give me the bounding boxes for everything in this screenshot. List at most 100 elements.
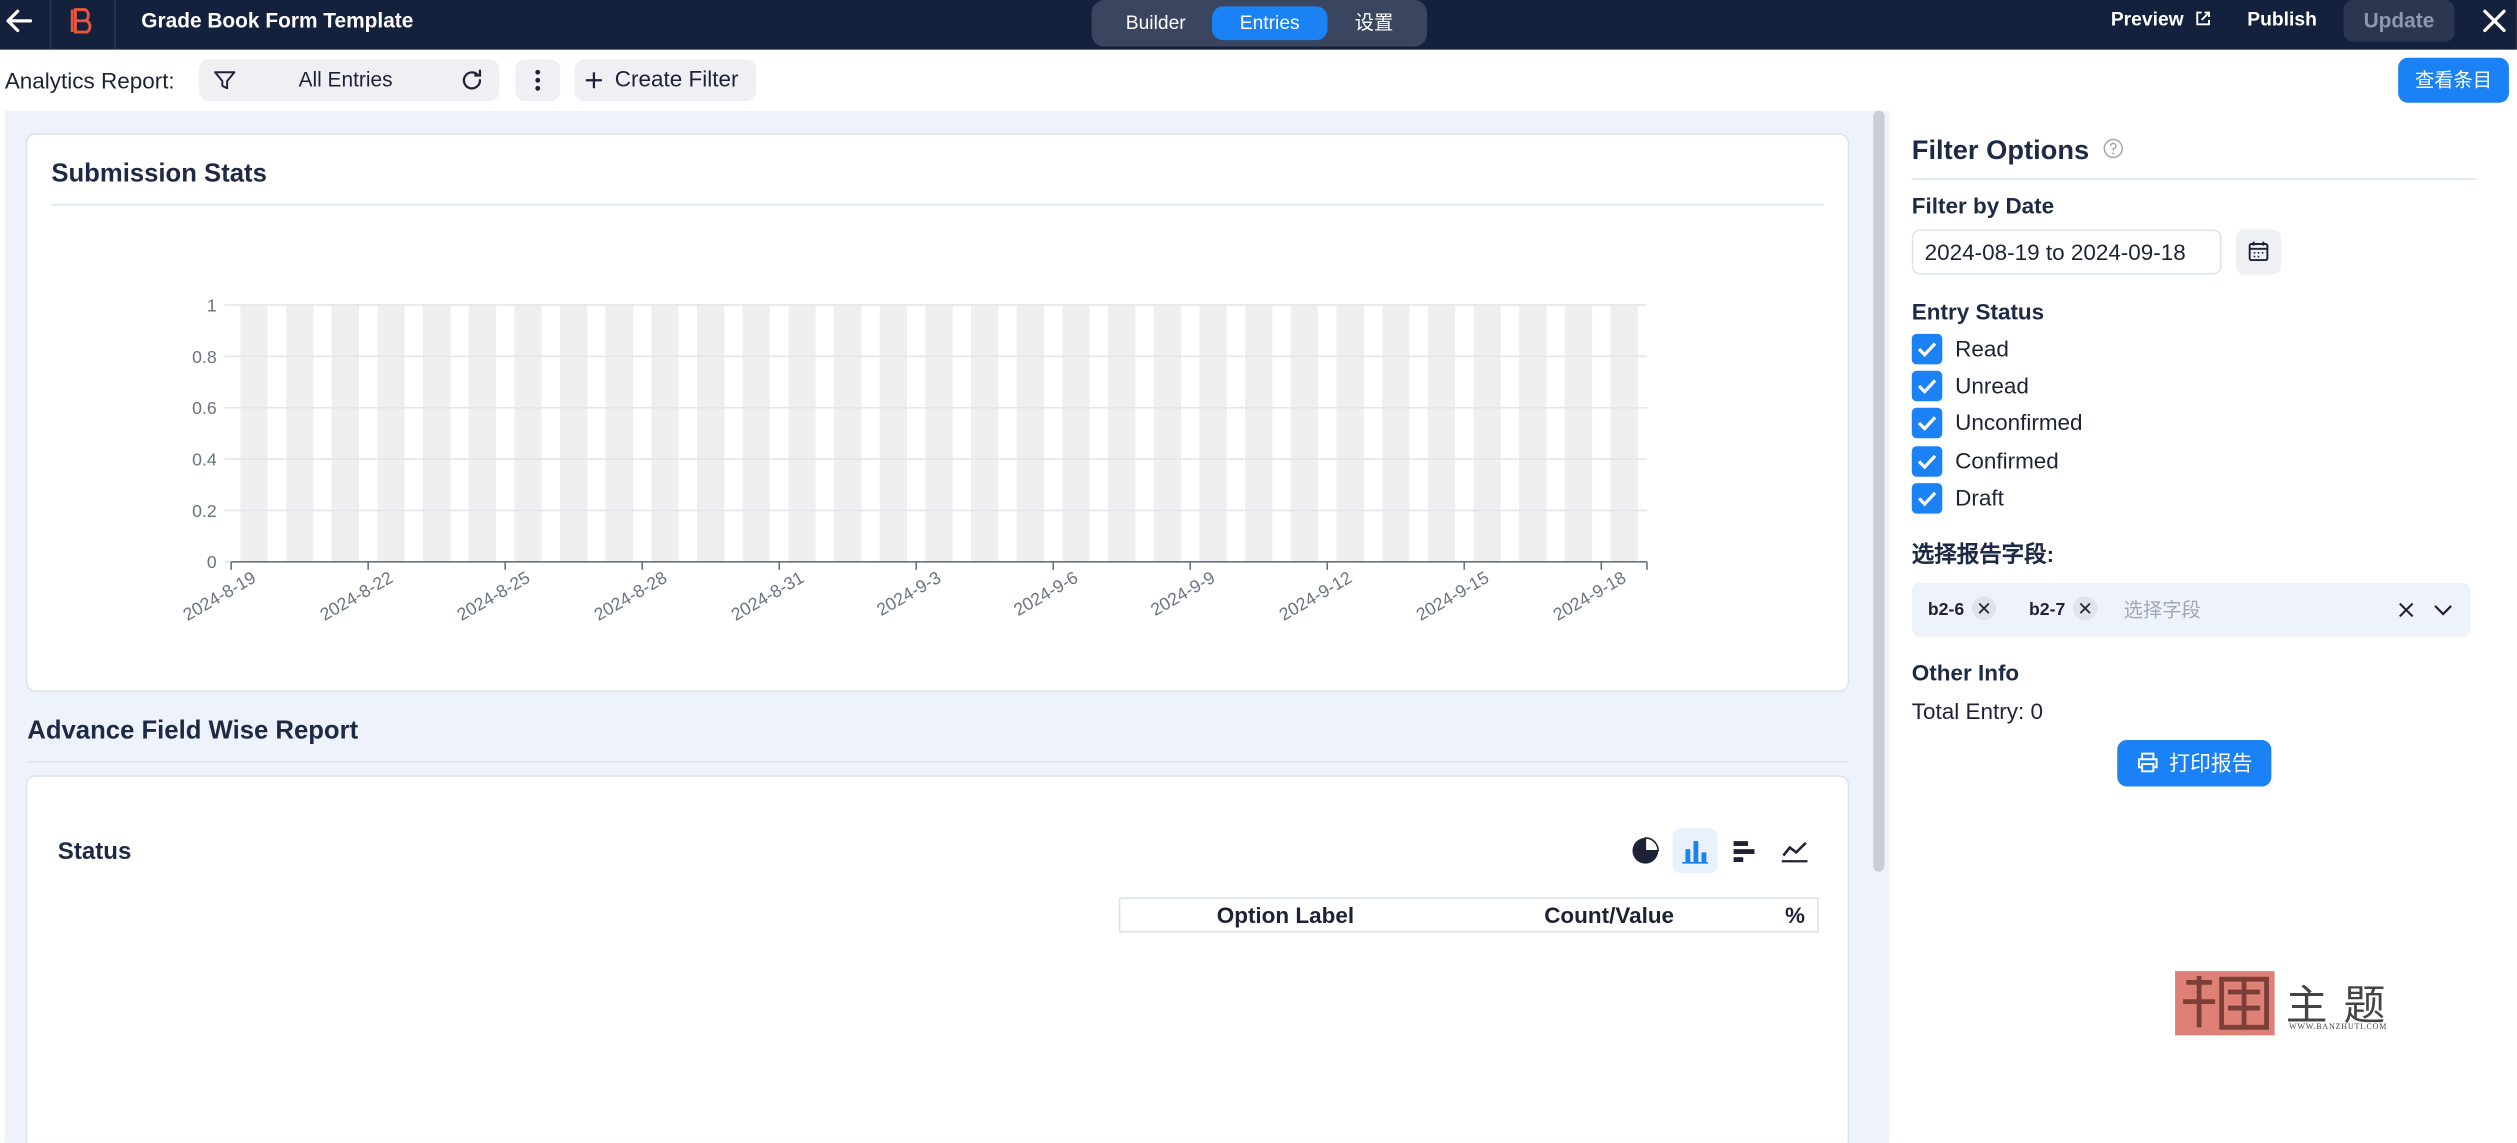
bar-chart-icon	[1682, 841, 1708, 864]
calendar-button[interactable]	[2236, 229, 2281, 275]
report-fields-heading: 选择报告字段:	[1911, 540, 2055, 567]
watermark-url: WWW.BANZHUTI.COM	[2289, 1024, 2388, 1033]
divider	[1911, 178, 2477, 180]
clear-icon[interactable]	[2397, 600, 2416, 619]
background-bar	[1427, 304, 1456, 562]
more-options-button[interactable]	[515, 59, 561, 102]
line-chart-button[interactable]	[1772, 828, 1817, 873]
checkbox[interactable]	[1911, 333, 1943, 365]
view-entries-button[interactable]: 查看条目	[2398, 57, 2509, 103]
watermark: 主题 WWW.BANZHUTI.COM	[2173, 970, 2406, 1041]
bar-chart-button[interactable]	[1672, 828, 1718, 874]
create-filter-button[interactable]: Create Filter	[574, 59, 757, 102]
pie-chart-button[interactable]	[1623, 828, 1668, 873]
field-title: Status	[57, 837, 132, 866]
advance-report-title: Advance Field Wise Report	[27, 717, 359, 745]
x-tick-label: 2024-9-9	[1147, 567, 1218, 620]
background-bar	[1564, 304, 1593, 562]
background-bar	[285, 304, 314, 562]
remove-tag-icon[interactable]	[2072, 596, 2098, 622]
date-range-value: 2024-08-19 to 2024-09-18	[1924, 239, 2186, 265]
background-bar	[240, 304, 268, 562]
background-bar	[468, 304, 497, 562]
status-label: Confirmed	[1955, 447, 2059, 474]
background-bar	[1610, 304, 1638, 562]
update-button[interactable]: Update	[2343, 0, 2455, 42]
background-bar	[377, 304, 405, 562]
checkbox[interactable]	[1911, 407, 1943, 439]
print-report-label: 打印报告	[2169, 751, 2253, 776]
x-tick-label: 2024-8-22	[317, 567, 397, 625]
entry-status-heading: Entry Status	[1911, 298, 2045, 325]
report-fields-select[interactable]: b2-6 b2-7 选择字段	[1911, 582, 2471, 638]
background-bar	[833, 304, 862, 562]
background-bar	[1382, 304, 1410, 562]
background-bar	[514, 304, 542, 562]
background-bar	[1245, 304, 1273, 562]
y-tick-label: 1	[207, 295, 217, 315]
chevron-down-icon[interactable]	[2432, 599, 2454, 621]
app-logo-icon	[70, 8, 92, 34]
view-switcher: Builder Entries 设置	[1091, 0, 1428, 47]
background-bar	[1199, 304, 1227, 562]
more-vertical-icon	[535, 69, 541, 91]
x-tick-label: 2024-8-31	[728, 567, 808, 625]
horizontal-bar-button[interactable]	[1722, 828, 1767, 873]
x-tick-label: 2024-8-28	[591, 567, 671, 625]
report-table-header: Option Label Count/Value %	[1118, 897, 1819, 933]
selected-field-tag: b2-7	[2029, 596, 2098, 626]
checkbox[interactable]	[1911, 483, 1943, 514]
y-tick-label: 0.2	[192, 501, 217, 521]
background-bar	[331, 304, 360, 562]
tab-builder[interactable]: Builder	[1104, 6, 1207, 40]
background-bar	[1153, 304, 1182, 562]
printer-icon	[2137, 752, 2158, 773]
x-tick-label: 2024-9-12	[1276, 567, 1356, 625]
entries-filter-select[interactable]: All Entries	[199, 59, 500, 102]
divider	[27, 760, 1850, 763]
background-bar	[651, 304, 679, 562]
y-tick-label: 0.4	[192, 450, 217, 470]
back-arrow-icon[interactable]	[3, 5, 35, 37]
help-icon[interactable]	[2103, 138, 2124, 159]
x-tick-label: 2024-9-15	[1413, 567, 1493, 625]
other-info-heading: Other Info	[1911, 659, 2020, 686]
y-tick-label: 0.6	[192, 398, 217, 418]
background-bar	[1108, 304, 1136, 562]
date-range-input[interactable]: 2024-08-19 to 2024-09-18	[1911, 229, 2222, 275]
filter-icon	[214, 71, 236, 90]
tab-entries[interactable]: Entries	[1211, 6, 1328, 41]
line-chart-icon	[1781, 841, 1808, 863]
horizontal-bar-icon	[1733, 841, 1755, 862]
checkmark-icon	[1917, 379, 1937, 394]
checkmark-icon	[1917, 491, 1937, 507]
print-report-button[interactable]: 打印报告	[2117, 739, 2272, 787]
divider	[49, 0, 52, 50]
background-bar	[1473, 304, 1501, 562]
checkbox[interactable]	[1911, 446, 1943, 477]
publish-button[interactable]: Publish	[2247, 8, 2317, 30]
checkmark-icon	[1917, 416, 1937, 431]
refresh-icon[interactable]	[459, 67, 485, 93]
status-label: Read	[1955, 335, 2009, 362]
background-bar	[879, 304, 908, 562]
submission-stats-title: Submission Stats	[51, 160, 267, 188]
close-icon[interactable]	[2480, 6, 2509, 35]
tab-settings[interactable]: 设置	[1332, 6, 1415, 40]
scrollbar-thumb[interactable]	[1873, 110, 1885, 872]
filter-options-title: Filter Options	[1912, 135, 2124, 167]
pie-chart-icon	[1632, 837, 1659, 864]
background-bar	[742, 304, 771, 562]
checkmark-icon	[1917, 454, 1937, 470]
checkbox[interactable]	[1911, 370, 1943, 402]
background-bar	[1519, 304, 1547, 562]
preview-button[interactable]: Preview	[2111, 8, 2212, 30]
x-tick-label: 2024-9-6	[1010, 567, 1081, 620]
analytics-report-label: Analytics Report:	[4, 67, 175, 94]
background-bar	[788, 304, 816, 562]
remove-tag-icon[interactable]	[1971, 596, 1997, 622]
fields-placeholder: 选择字段	[2123, 598, 2201, 622]
external-link-icon	[2195, 11, 2210, 26]
x-tick-label: 2024-8-25	[454, 567, 534, 625]
background-bar	[559, 304, 588, 562]
